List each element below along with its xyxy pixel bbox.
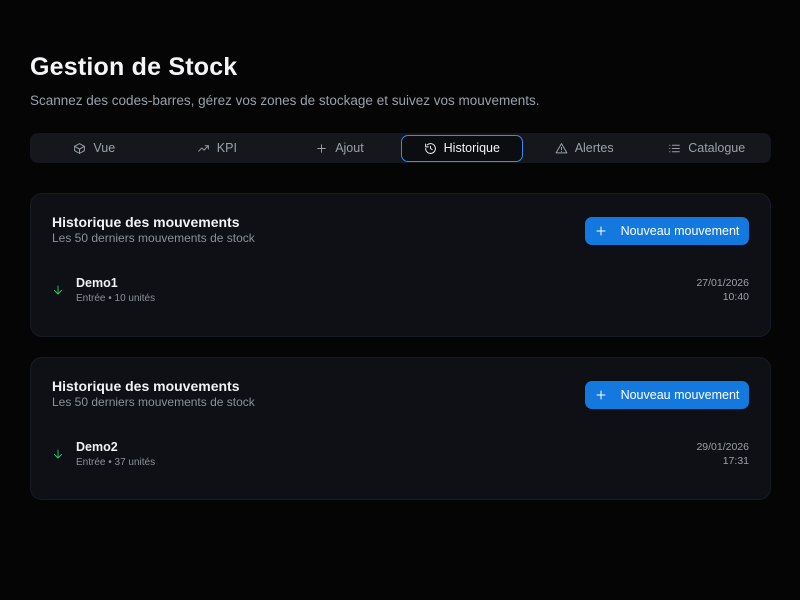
tab-alertes[interactable]: Alertes: [523, 135, 646, 161]
movement-detail: Entrée • 37 unités: [76, 457, 156, 468]
tab-bar: Vue KPI Ajout Historique Alertes Catalog…: [30, 133, 771, 163]
card-title: Historique des mouvements: [52, 214, 240, 230]
trending-up-icon: [197, 144, 209, 152]
history-icon: [424, 142, 436, 154]
tab-label: Vue: [93, 141, 116, 155]
movement-time: 17:31: [722, 455, 749, 467]
new-movement-button[interactable]: Nouveau mouvement: [585, 217, 749, 245]
tab-label: KPI: [216, 141, 237, 155]
movement-date: 29/01/2026: [696, 441, 749, 453]
arrow-down-icon: [52, 283, 64, 297]
movement-detail: Entrée • 10 unités: [76, 293, 156, 304]
new-movement-button[interactable]: Nouveau mouvement: [585, 381, 749, 409]
movement-name: Demo1: [76, 276, 118, 290]
tab-vue[interactable]: Vue: [33, 135, 156, 161]
tab-historique[interactable]: Historique: [400, 134, 523, 162]
movement-time: 10:40: [722, 291, 749, 303]
alert-triangle-icon: [555, 142, 568, 153]
tab-label: Alertes: [574, 141, 614, 155]
tab-kpi[interactable]: KPI: [156, 135, 279, 161]
page-title: Gestion de Stock: [30, 53, 238, 81]
page-subtitle: Scannez des codes-barres, gérez vos zone…: [30, 93, 540, 108]
new-movement-label: Nouveau mouvement: [620, 224, 740, 238]
tab-label: Ajout: [335, 141, 364, 155]
tab-label: Historique: [443, 141, 500, 155]
tab-catalogue[interactable]: Catalogue: [645, 135, 768, 161]
movement-row[interactable]: Demo2 Entrée • 37 unités 29/01/2026 17:3…: [52, 440, 749, 472]
plus-icon: [596, 226, 606, 236]
card-subtitle: Les 50 derniers mouvements de stock: [52, 231, 255, 245]
new-movement-label: Nouveau mouvement: [620, 388, 740, 402]
movement-date: 27/01/2026: [696, 277, 749, 289]
movement-history-card: Historique des mouvements Les 50 dernier…: [30, 357, 771, 500]
tab-label: Catalogue: [688, 141, 746, 155]
page: Gestion de Stock Scannez des codes-barre…: [0, 0, 800, 600]
movement-name: Demo2: [76, 440, 118, 454]
box-icon: [74, 142, 86, 154]
movement-row[interactable]: Demo1 Entrée • 10 unités 27/01/2026 10:4…: [52, 276, 749, 308]
card-subtitle: Les 50 derniers mouvements de stock: [52, 395, 255, 409]
arrow-down-icon: [52, 447, 64, 461]
plus-icon: [317, 143, 326, 153]
list-icon: [669, 144, 681, 152]
movement-history-card: Historique des mouvements Les 50 dernier…: [30, 193, 771, 337]
tab-ajout[interactable]: Ajout: [278, 135, 401, 161]
card-title: Historique des mouvements: [52, 378, 240, 394]
plus-icon: [596, 390, 606, 400]
